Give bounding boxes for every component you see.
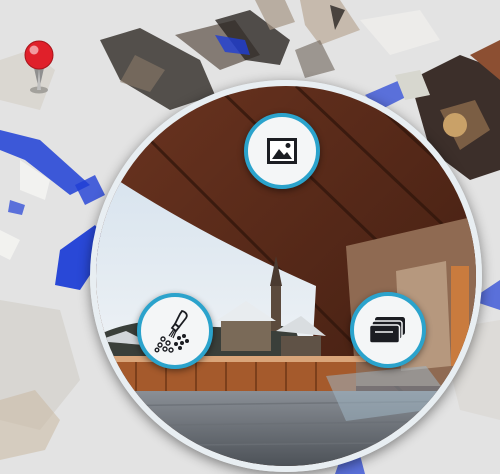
brush-dots-icon xyxy=(154,309,189,353)
view-mode-button[interactable] xyxy=(244,113,320,189)
stacked-cards-icon xyxy=(369,317,405,344)
location-pin-icon[interactable] xyxy=(20,38,58,96)
info-cards-button[interactable] xyxy=(350,292,426,368)
image-frame-icon xyxy=(267,138,297,164)
filters-button[interactable] xyxy=(137,293,213,369)
